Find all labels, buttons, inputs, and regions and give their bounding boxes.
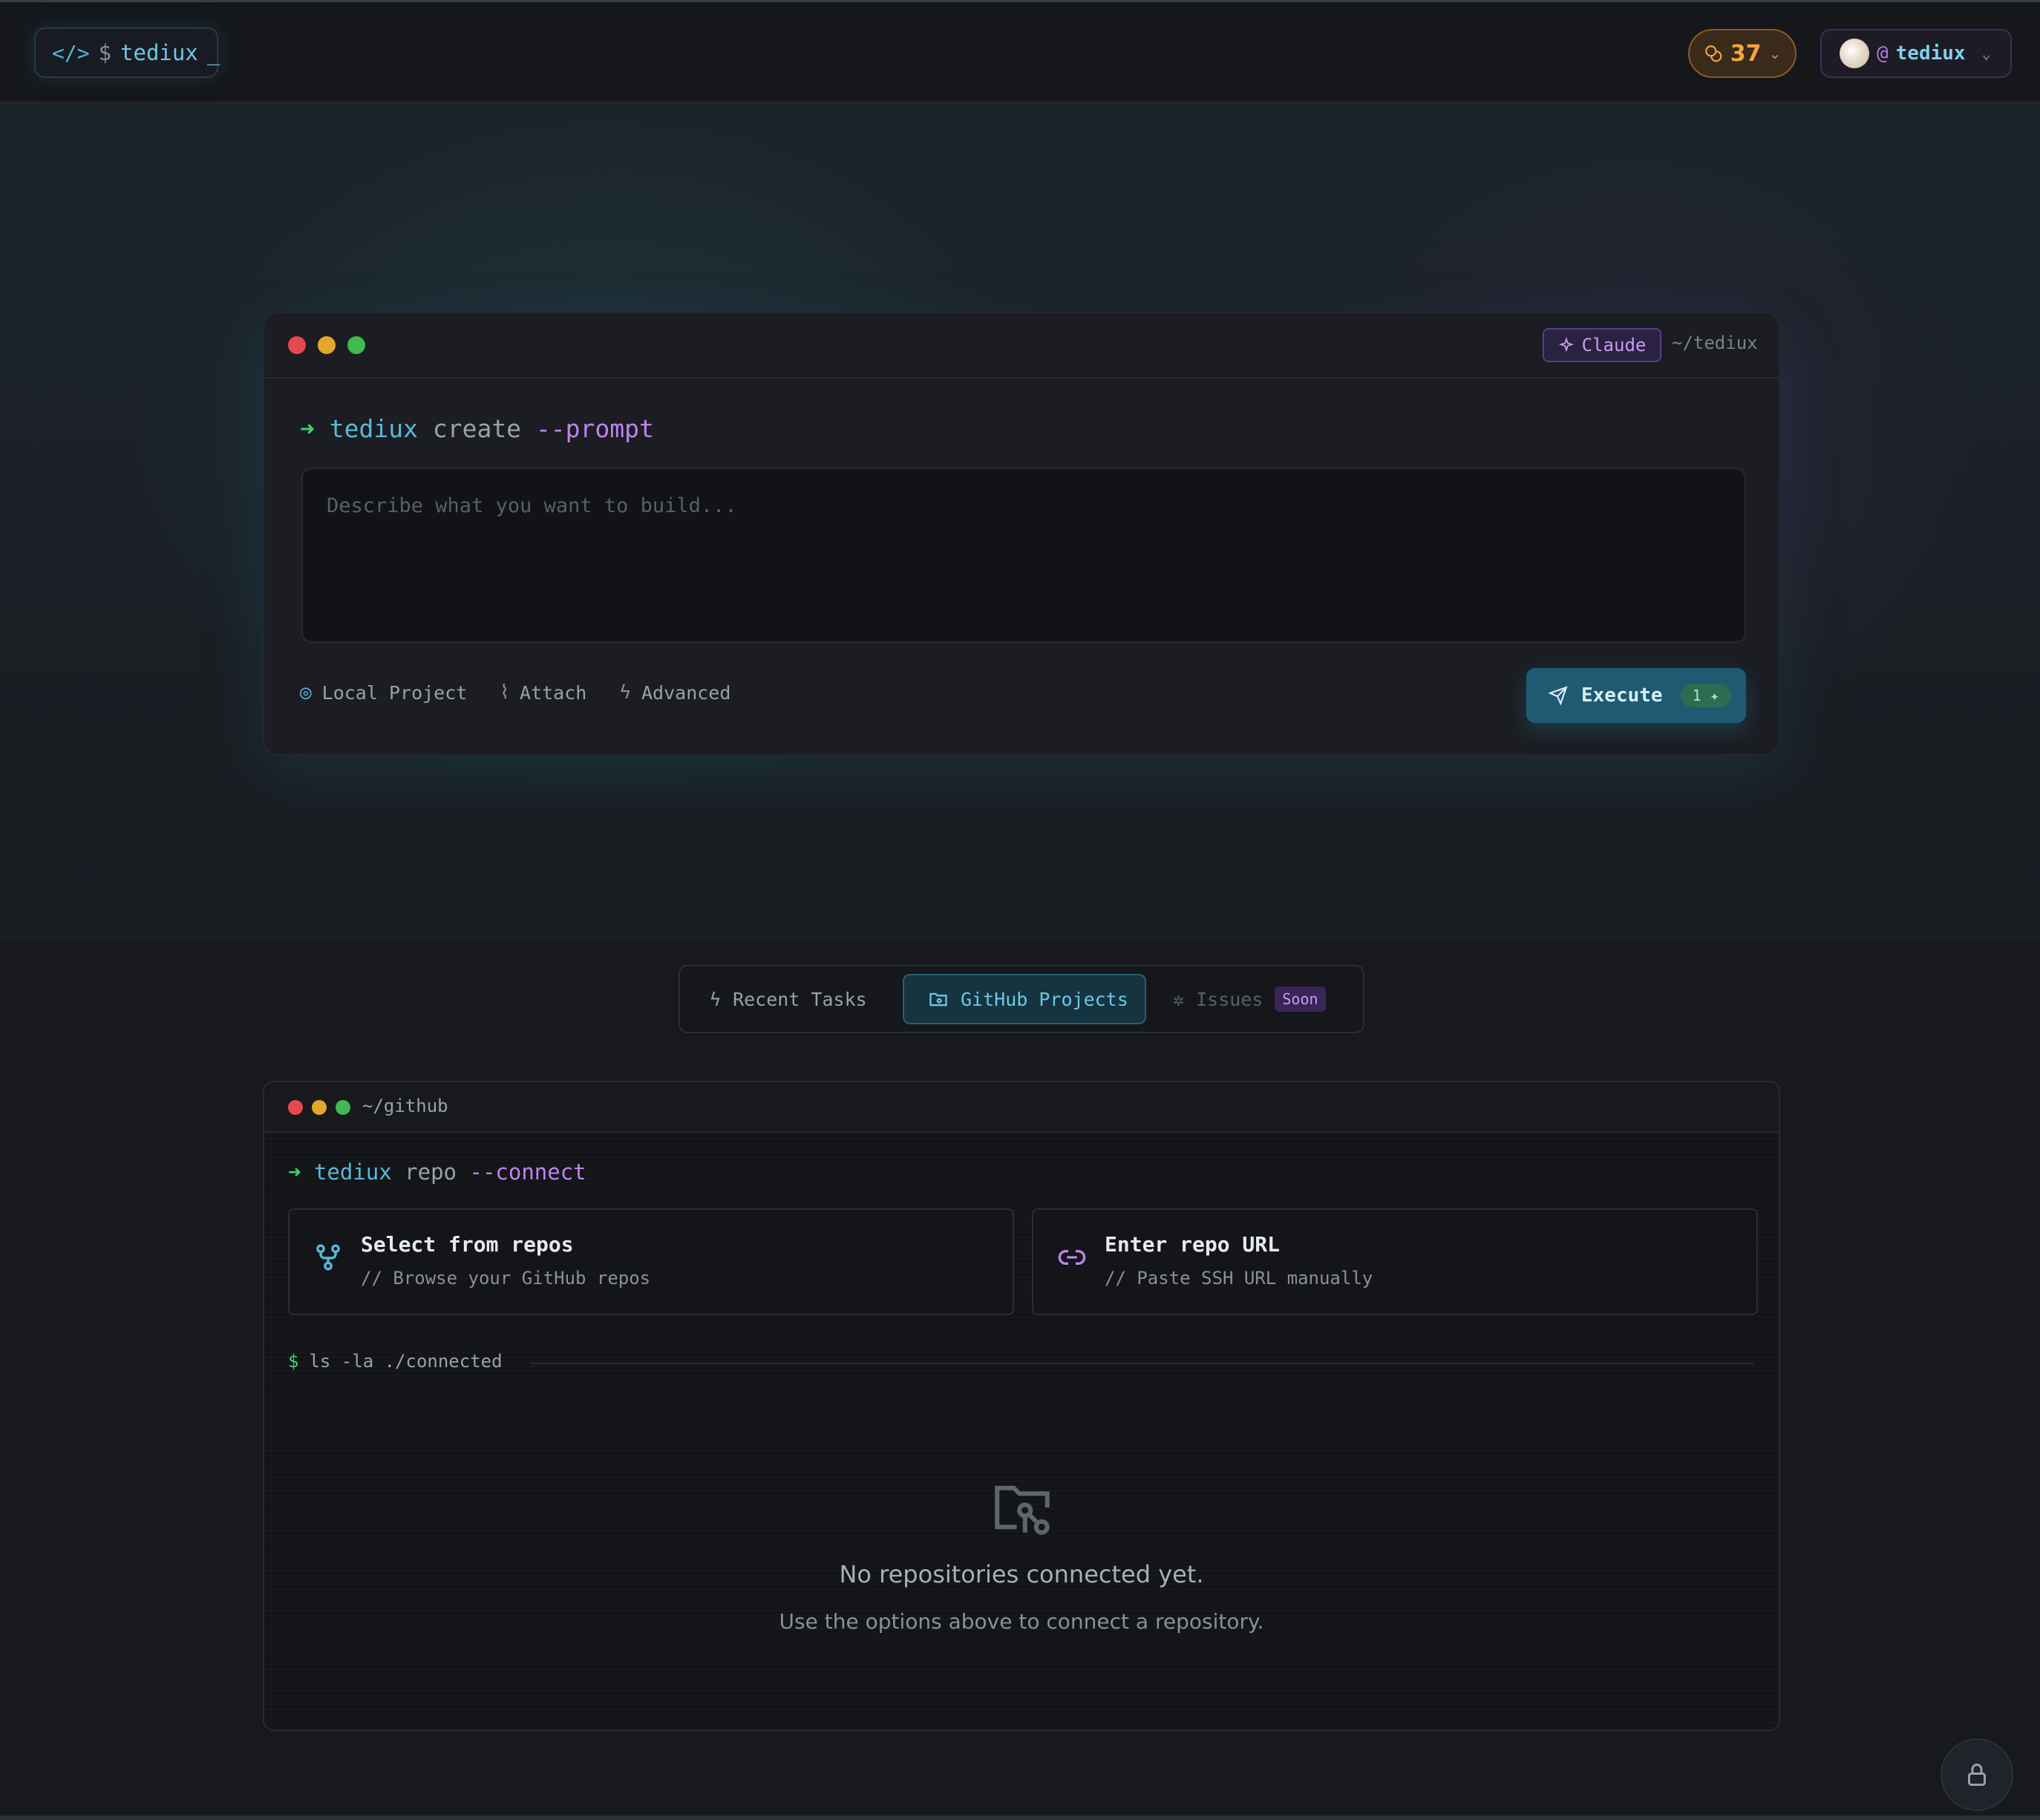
empty-state-subtitle: Use the options above to connect a repos… xyxy=(779,1609,1264,1634)
empty-state-title: No repositories connected yet. xyxy=(839,1560,1204,1588)
execute-cost-badge: 1 ✦ xyxy=(1680,684,1731,707)
working-directory: ~/tediux xyxy=(1672,333,1758,353)
app-header: </> $ tediux _ 37 ⌄ @ tediux ⌄ xyxy=(0,2,2040,103)
cmd-sub: repo xyxy=(405,1159,457,1185)
arrow-icon: ➜ xyxy=(300,414,315,443)
minimize-dot xyxy=(312,1100,327,1115)
option-label: Attach xyxy=(520,681,587,704)
lock-button[interactable] xyxy=(1941,1738,2013,1811)
option-title: Select from repos xyxy=(361,1232,574,1257)
model-name: Claude xyxy=(1581,335,1647,356)
user-menu-button[interactable]: @ tediux ⌄ xyxy=(1820,29,2012,78)
lock-icon xyxy=(1968,1764,1986,1786)
tab-label: GitHub Projects xyxy=(961,988,1128,1010)
maximize-dot xyxy=(347,336,365,354)
credits-count: 37 xyxy=(1730,40,1762,67)
local-project-button[interactable]: ◎ Local Project xyxy=(300,681,467,704)
divider xyxy=(530,1363,1753,1364)
cmd-bin: tediux xyxy=(313,1159,392,1185)
select-repos-button[interactable]: Select from repos // Browse your GitHub … xyxy=(288,1208,1014,1315)
section-tabs: ϟ Recent Tasks GitHub Projects ✲ Issues … xyxy=(679,965,1364,1033)
close-dot xyxy=(288,336,306,354)
code-icon: </> xyxy=(52,40,90,65)
advanced-button[interactable]: ϟ Advanced xyxy=(619,681,730,704)
paperclip-icon: ⌇ xyxy=(500,681,510,704)
option-label: Local Project xyxy=(321,681,468,704)
prompt-command: ➜ tediux create --prompt xyxy=(300,414,654,443)
logo-button[interactable]: </> $ tediux _ xyxy=(34,27,220,78)
send-icon xyxy=(1549,686,1568,705)
bolt-icon: ϟ xyxy=(619,681,631,704)
logo-name: tediux xyxy=(120,40,198,65)
option-title: Enter repo URL xyxy=(1105,1232,1281,1257)
avatar xyxy=(1840,39,1869,68)
minimize-dot xyxy=(318,336,336,354)
panel-path: ~/github xyxy=(362,1096,448,1116)
option-subtitle: // Paste SSH URL manually xyxy=(1105,1268,1373,1289)
tab-label: Recent Tasks xyxy=(733,988,867,1010)
logo-cursor: _ xyxy=(206,40,220,65)
arrow-icon: ➜ xyxy=(288,1159,301,1185)
tab-issues: ✲ Issues Soon xyxy=(1173,974,1326,1024)
option-label: Advanced xyxy=(641,681,731,704)
bug-icon: ✲ xyxy=(1173,988,1185,1010)
prompt-options: ◎ Local Project ⌇ Attach ϟ Advanced xyxy=(300,681,730,704)
logo-prompt: $ xyxy=(98,40,112,65)
credits-button[interactable]: 37 ⌄ xyxy=(1688,29,1797,78)
link-icon xyxy=(1058,1250,1086,1265)
prompt-card: Claude ~/tediux ➜ tediux create --prompt… xyxy=(263,312,1780,756)
chevron-down-icon: ⌄ xyxy=(1768,45,1782,62)
bottom-border xyxy=(0,1816,2040,1820)
prompt-textarea[interactable]: Describe what you want to build... xyxy=(301,468,1746,643)
maximize-dot xyxy=(336,1100,350,1115)
attach-button[interactable]: ⌇ Attach xyxy=(500,681,586,704)
option-subtitle: // Browse your GitHub repos xyxy=(361,1268,651,1289)
bolt-icon: ϟ xyxy=(710,988,722,1010)
chevron-down-icon: ⌄ xyxy=(1981,45,1991,62)
tab-github-projects[interactable]: GitHub Projects xyxy=(903,974,1146,1024)
cmd-flag: --prompt xyxy=(535,414,654,443)
coins-icon xyxy=(1704,45,1722,62)
cmd-bin: tediux xyxy=(329,414,418,443)
soon-badge: Soon xyxy=(1275,986,1326,1012)
github-panel: ~/github ➜ tediux repo --connect Select … xyxy=(263,1081,1780,1731)
tab-label: Issues xyxy=(1196,988,1263,1010)
git-fork-icon xyxy=(316,1244,340,1271)
execute-label: Execute xyxy=(1581,684,1663,707)
globe-icon: ◎ xyxy=(300,681,312,704)
repo-command: ➜ tediux repo --connect xyxy=(288,1159,586,1185)
ls-command: ls -la ./connected xyxy=(309,1351,503,1372)
sparkle-icon xyxy=(1558,337,1574,353)
cmd-sub: create xyxy=(432,414,522,443)
terminal-titlebar: Claude ~/tediux xyxy=(264,313,1779,379)
enter-repo-url-button[interactable]: Enter repo URL // Paste SSH URL manually xyxy=(1032,1208,1758,1315)
user-name: tediux xyxy=(1895,42,1966,65)
close-dot xyxy=(288,1100,303,1115)
tab-recent-tasks[interactable]: ϟ Recent Tasks xyxy=(710,974,867,1024)
prompt-placeholder: Describe what you want to build... xyxy=(327,494,737,517)
user-at: @ xyxy=(1877,42,1889,65)
shell-prompt: $ xyxy=(288,1351,299,1372)
connected-list-command: $ ls -la ./connected xyxy=(288,1351,503,1372)
cmd-flag: --connect xyxy=(469,1159,586,1185)
terminal-titlebar: ~/github xyxy=(264,1082,1779,1133)
folder-git-icon xyxy=(995,1485,1050,1535)
folder-git-icon xyxy=(929,992,947,1006)
execute-button[interactable]: Execute 1 ✦ xyxy=(1526,668,1746,723)
model-selector[interactable]: Claude xyxy=(1543,328,1661,362)
